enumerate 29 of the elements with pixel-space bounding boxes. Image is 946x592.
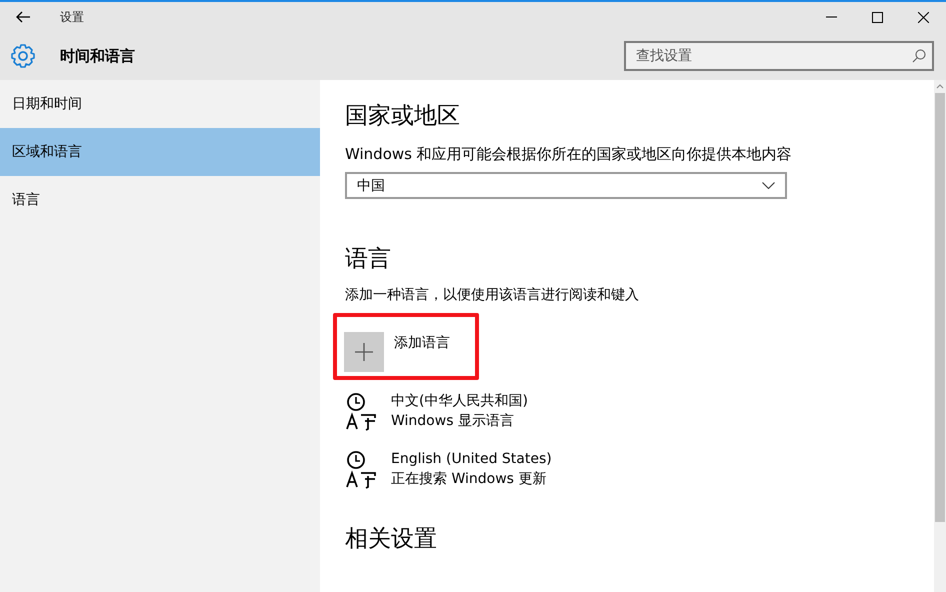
language-status: Windows 显示语言 (391, 412, 515, 431)
search-field[interactable]: 查找设置 (624, 41, 934, 71)
plus-icon (355, 343, 373, 361)
window-title: 设置 (60, 8, 85, 26)
section-heading: 国家或地区 (345, 102, 461, 131)
language-clock-icon (345, 391, 379, 431)
section-heading: 语言 (345, 245, 392, 274)
section-description: 添加一种语言，以便使用该语言进行阅读和键入 (345, 286, 640, 304)
back-arrow-icon (16, 11, 30, 23)
language-clock-icon (345, 449, 379, 489)
settings-icon (10, 43, 36, 69)
search-icon (912, 49, 926, 63)
section-heading: 相关设置 (345, 525, 438, 554)
region-dropdown[interactable]: 中国 (345, 172, 787, 199)
maximize-icon (872, 12, 882, 22)
add-language-button[interactable]: 添加语言 (344, 332, 450, 372)
sidebar-item[interactable]: 日期和时间 (0, 80, 320, 128)
sidebar-item[interactable]: 区域和语言 (0, 128, 320, 176)
language-name: 中文(中华人民共和国) (391, 392, 528, 411)
page-title: 时间和语言 (60, 46, 136, 66)
sidebar-item[interactable]: 语言 (0, 176, 320, 224)
scrollbar[interactable] (934, 80, 946, 592)
minimize-icon (826, 16, 836, 18)
language-name: English (United States) (391, 450, 552, 469)
chevron-down-icon (762, 182, 775, 189)
language-status: 正在搜索 Windows 更新 (391, 470, 548, 489)
close-icon (918, 12, 928, 22)
scroll-up-icon[interactable] (936, 83, 944, 91)
section-description: Windows 和应用可能会根据你所在的国家或地区向你提供本地内容 (345, 145, 793, 164)
